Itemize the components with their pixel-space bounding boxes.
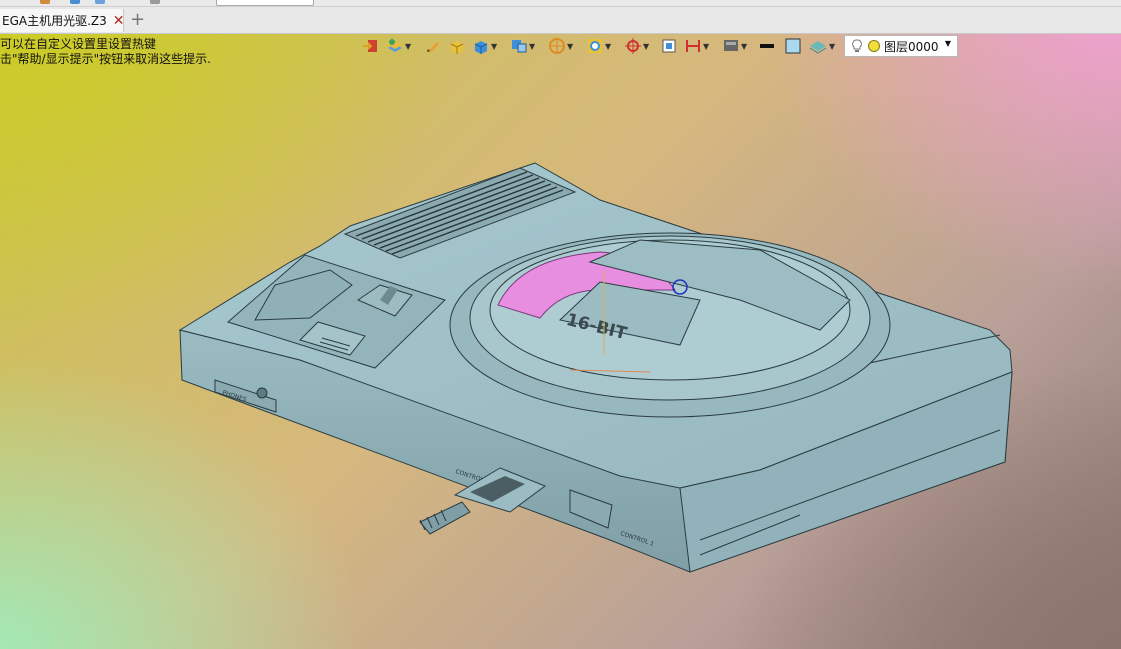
cartridge-dome: 16-BIT <box>449 232 891 418</box>
sega-console-model[interactable]: 16-BIT PHONES CONTROL 1 CONTROL 2 <box>0 0 1121 649</box>
